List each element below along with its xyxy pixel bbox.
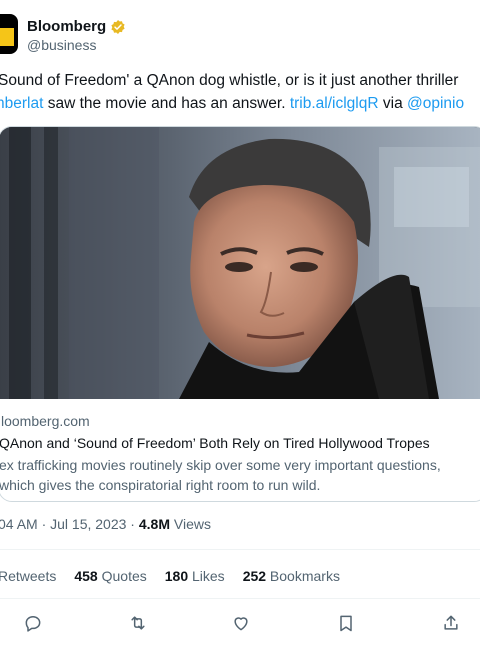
retweet-button[interactable] xyxy=(125,610,151,636)
via-text: via xyxy=(378,95,407,112)
bookmark-button[interactable] xyxy=(333,610,359,636)
bookmarks-label: Bookmarks xyxy=(266,568,340,584)
likes-stat[interactable]: 180 Likes xyxy=(165,568,225,584)
link-card[interactable]: loomberg.com QAnon and ‘Sound of Freedom… xyxy=(0,126,480,502)
like-icon xyxy=(234,617,248,631)
tweet-timestamp: 04 AM · Jul 15, 2023 · 4.8M Views xyxy=(0,516,211,532)
quotes-stat[interactable]: 458 Quotes xyxy=(74,568,146,584)
like-button[interactable] xyxy=(228,610,254,636)
divider xyxy=(0,549,480,550)
tweet-line-2-text: saw the movie and has an answer. xyxy=(43,95,290,112)
avatar[interactable] xyxy=(0,14,18,54)
card-description-2: which gives the conspiratorial right roo… xyxy=(0,477,321,493)
retweets-stat[interactable]: Retweets xyxy=(0,568,56,584)
retweet-icon xyxy=(131,616,145,630)
card-title[interactable]: QAnon and ‘Sound of Freedom’ Both Rely o… xyxy=(0,435,480,451)
views-count: 4.8M xyxy=(138,516,170,532)
card-domain: loomberg.com xyxy=(1,413,90,429)
quotes-label: Quotes xyxy=(97,568,147,584)
share-button[interactable] xyxy=(438,610,464,636)
bookmark-icon xyxy=(340,615,352,632)
opinion-mention-link[interactable]: @opinio xyxy=(407,95,464,112)
tweet-header: Bloomberg @business xyxy=(0,10,480,54)
author-name-row: Bloomberg xyxy=(27,18,126,35)
reply-icon xyxy=(25,616,41,632)
card-description-1: ex trafficking movies routinely skip ove… xyxy=(0,457,441,473)
author-mention-link[interactable]: nberlat xyxy=(0,95,43,112)
likes-label: Likes xyxy=(188,568,225,584)
logo-mark xyxy=(0,28,14,46)
bookmarks-count: 252 xyxy=(242,568,267,584)
tweet-line-1: Sound of Freedom' a QAnon dog whistle, o… xyxy=(0,72,459,89)
likes-count: 180 xyxy=(164,568,189,584)
tweet-line-2: nberlat saw the movie and has an answer.… xyxy=(0,92,480,115)
divider xyxy=(0,598,480,599)
card-meta: loomberg.com QAnon and ‘Sound of Freedom… xyxy=(0,405,480,495)
bookmarks-stat[interactable]: 252 Bookmarks xyxy=(243,568,340,584)
tweet-text: Sound of Freedom' a QAnon dog whistle, o… xyxy=(0,69,480,115)
author-name[interactable]: Bloomberg xyxy=(27,18,106,35)
verified-badge-icon xyxy=(111,19,125,34)
share-icon xyxy=(444,615,458,630)
engagement-stats: Retweets 458 Quotes 180 Likes 252 Bookma… xyxy=(0,568,340,584)
portrait-image xyxy=(0,127,480,399)
author-handle[interactable]: @business xyxy=(27,37,96,53)
reply-button[interactable] xyxy=(20,610,46,636)
retweets-label: Retweets xyxy=(0,568,57,584)
views-label: Views xyxy=(169,516,211,532)
timestamp-time[interactable]: 04 AM · Jul 15, 2023 · xyxy=(0,516,139,532)
card-image[interactable] xyxy=(0,127,480,399)
action-bar xyxy=(0,610,480,636)
article-link[interactable]: trib.al/iclglqR xyxy=(290,95,379,112)
quotes-count: 458 xyxy=(74,568,98,584)
